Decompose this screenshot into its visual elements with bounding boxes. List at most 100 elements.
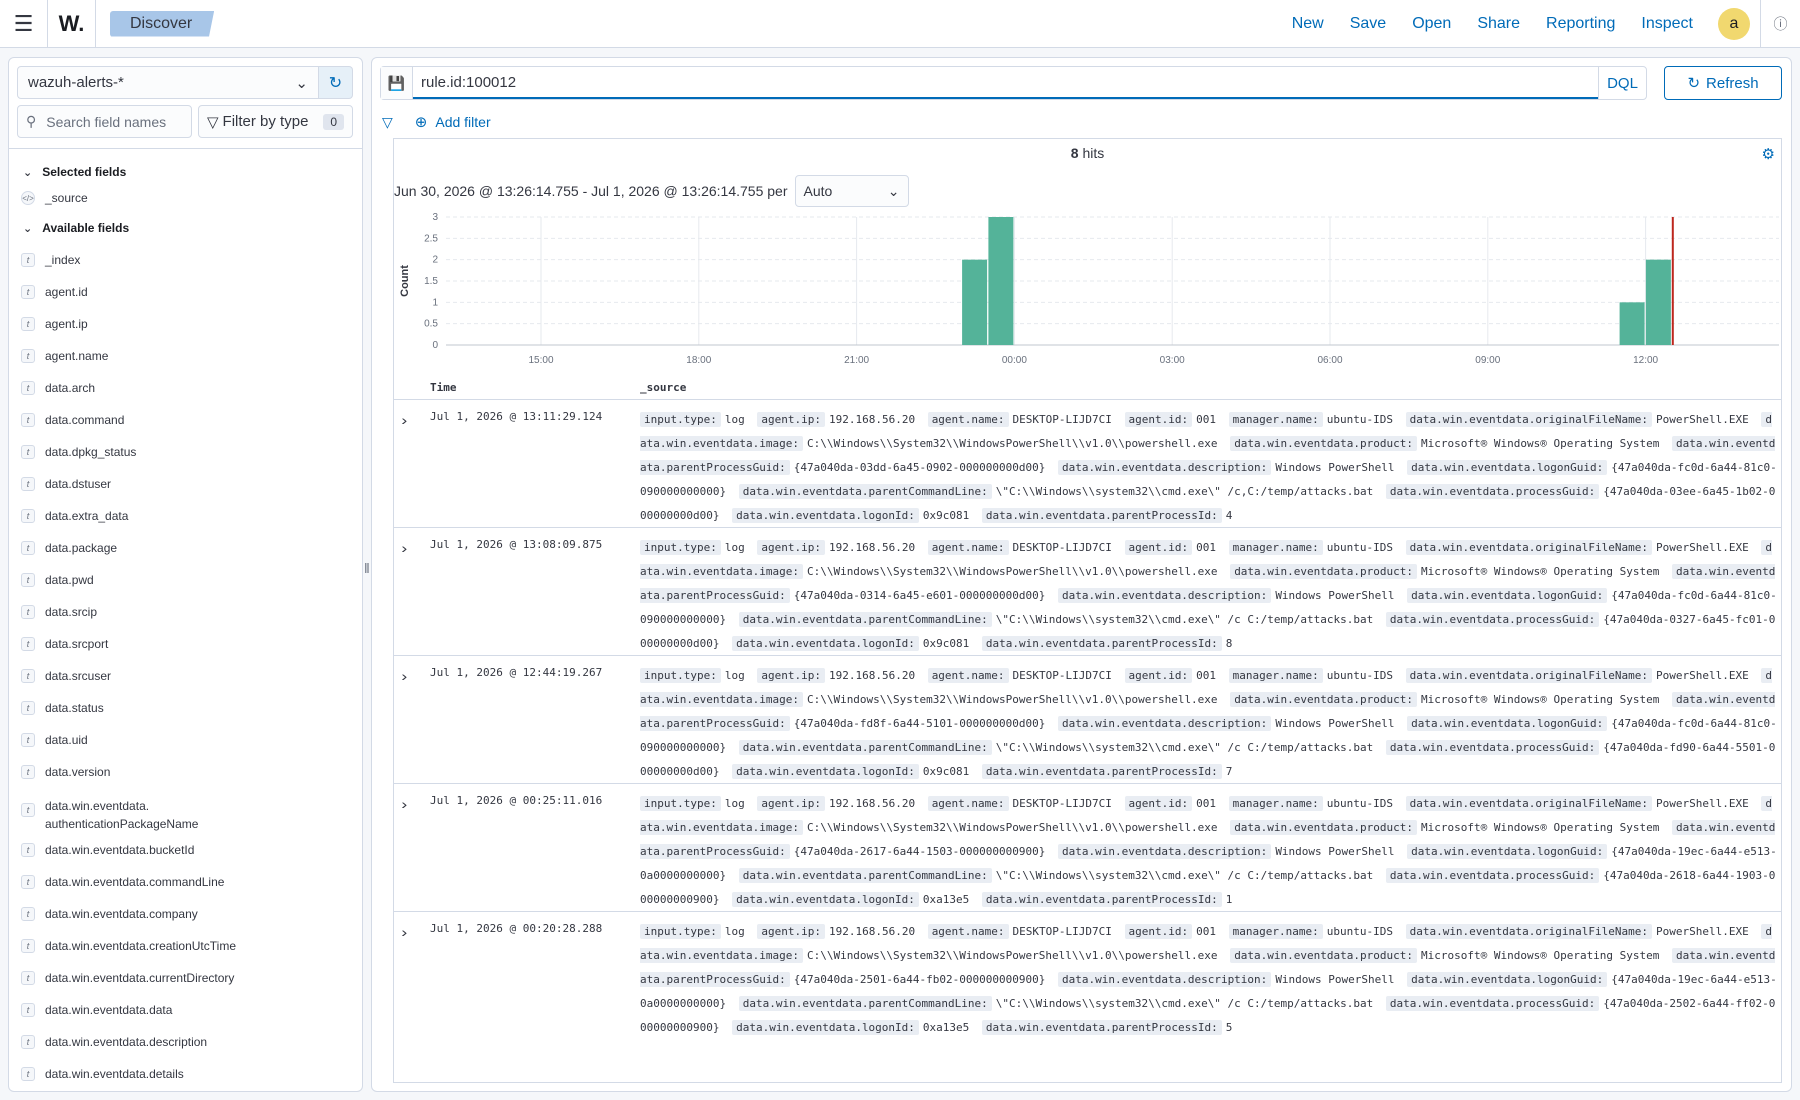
source-field-value: C:\\Windows\\System32\\WindowsPowerShell… (806, 949, 1218, 962)
inspect-link[interactable]: Inspect (1641, 15, 1693, 33)
refresh-button[interactable]: ↻ Refresh (1664, 66, 1782, 100)
refresh-index-icon[interactable]: ↻ (319, 66, 353, 99)
query-language-button[interactable]: DQL (1598, 67, 1646, 99)
source-field-value: ubuntu-IDS (1326, 669, 1393, 682)
x-tick-label: 12:00 (1633, 355, 1658, 366)
string-type-icon: t (21, 701, 35, 715)
field-item[interactable]: t data.dstuser (21, 477, 351, 491)
field-item[interactable]: t data.command (21, 413, 351, 427)
column-header-time[interactable]: Time (430, 381, 457, 394)
field-item[interactable]: t agent.id (21, 285, 351, 299)
source-field-value: \"C:\\Windows\\system32\\cmd.exe\" /c C:… (995, 613, 1374, 626)
field-item[interactable]: t data.pwd (21, 573, 351, 587)
field-item[interactable]: t data.win.eventdata.commandLine (21, 875, 351, 889)
available-fields-header[interactable]: ⌄ Available fields (23, 221, 129, 235)
field-item[interactable]: t data.win.eventdata.currentDirectory (21, 971, 351, 985)
source-field-key: input.type: (640, 668, 721, 683)
source-field-key: data.win.eventdata.parentProcessId: (981, 508, 1222, 523)
field-name: data.pwd (45, 573, 94, 587)
filter-by-type-button[interactable]: ▽ Filter by type 0 (198, 105, 353, 138)
reporting-link[interactable]: Reporting (1546, 15, 1615, 33)
source-field-key: data.win.eventdata.logonId: (732, 764, 919, 779)
selected-fields-header[interactable]: ⌄ Selected fields (23, 165, 126, 179)
field-item[interactable]: t data.win.eventdata.details (21, 1067, 351, 1081)
menu-icon[interactable]: ☰ (0, 0, 48, 48)
query-input[interactable]: rule.id:100012 (413, 67, 1598, 99)
field-item[interactable]: t data.extra_data (21, 509, 351, 523)
string-type-icon: t (21, 733, 35, 747)
field-search-row: ⚲ Search field names ▽ Filter by type 0 (17, 105, 353, 138)
source-field-value: {47a040da-2617-6a44-1503-000000000900} (793, 845, 1046, 858)
source-field-value: 001 (1196, 669, 1216, 682)
expand-row-icon[interactable]: › (401, 412, 407, 428)
field-item[interactable]: t _index (21, 253, 351, 267)
source-field-value: {47a040da-03dd-6a45-0902-000000000d00} (793, 461, 1046, 474)
source-field-value: Microsoft® Windows® Operating System (1421, 693, 1660, 706)
source-field-value: PowerShell.EXE (1656, 413, 1749, 426)
field-item[interactable]: t data.win.eventdata.data (21, 1003, 351, 1017)
source-field-key: manager.name: (1228, 796, 1323, 811)
app-logo[interactable]: W. (48, 0, 96, 48)
field-item[interactable]: t data.srcport (21, 637, 351, 651)
index-pattern-select[interactable]: wazuh-alerts-* ⌄ (17, 66, 319, 99)
string-type-icon: t (21, 765, 35, 779)
add-icon[interactable]: ⊕ (415, 113, 428, 131)
field-item[interactable]: t data.win.eventdata.bucketId (21, 843, 351, 857)
field-item[interactable]: t data.win.eventdata.company (21, 907, 351, 921)
field-name: data.srcport (45, 637, 109, 651)
filter-icon[interactable]: ▽ (382, 114, 393, 131)
source-field-key: agent.id: (1124, 668, 1193, 683)
field-item[interactable]: t data.package (21, 541, 351, 555)
chevron-down-icon: ⌄ (23, 222, 33, 235)
gear-icon[interactable]: ⚙ (1762, 145, 1775, 163)
field-item[interactable]: t data.win.eventdata.description (21, 1035, 351, 1049)
table-row: › Jul 1, 2026 @ 00:25:11.016 input.type: lo… (394, 783, 1781, 911)
panel-resize-handle[interactable]: ‖ (364, 560, 370, 576)
expand-row-icon[interactable]: › (401, 540, 407, 556)
field-item[interactable]: t data.dpkg_status (21, 445, 351, 459)
source-field-key: data.win.eventdata.logonId: (732, 636, 919, 651)
source-field-value: ubuntu-IDS (1326, 413, 1393, 426)
share-link[interactable]: Share (1477, 15, 1520, 33)
field-item[interactable]: t data.win.eventdata.creationUtcTime (21, 939, 351, 953)
field-name: data.extra_data (45, 509, 129, 523)
x-tick-label: 18:00 (686, 355, 711, 366)
field-item-source[interactable]: </> _source (21, 191, 351, 205)
source-field-key: data.win.eventdata.logonId: (732, 508, 919, 523)
expand-row-icon[interactable]: › (401, 668, 407, 684)
field-item[interactable]: t data.status (21, 701, 351, 715)
field-item[interactable]: t data.srcip (21, 605, 351, 619)
index-pattern-value: wazuh-alerts-* (28, 74, 124, 91)
source-field-value: Windows PowerShell (1275, 589, 1395, 602)
open-link[interactable]: Open (1412, 15, 1451, 33)
add-filter-link[interactable]: Add filter (435, 114, 490, 130)
field-item[interactable]: t data.arch (21, 381, 351, 395)
source-field-value: 192.168.56.20 (828, 669, 916, 682)
hits-label: hits (1082, 145, 1105, 161)
field-item[interactable]: t data.version (21, 765, 351, 779)
interval-select[interactable]: Auto ⌄ (794, 175, 909, 207)
source-field-value: 192.168.56.20 (828, 925, 916, 938)
field-item[interactable]: t agent.name (21, 349, 351, 363)
expand-row-icon[interactable]: › (401, 924, 407, 940)
field-item[interactable]: t data.srcuser (21, 669, 351, 683)
breadcrumb-discover[interactable]: Discover (110, 10, 215, 37)
source-field-key: data.win.eventdata.parentProcessId: (981, 764, 1222, 779)
new-link[interactable]: New (1292, 15, 1324, 33)
row-source: input.type: log agent.ip: 192.168.56.20 ag… (640, 920, 1778, 1040)
source-field-key: data.win.eventdata.originalFileName: (1405, 540, 1652, 555)
help-icon[interactable]: ⓘ (1760, 0, 1800, 48)
time-range-row: Jun 30, 2026 @ 13:26:14.755 - Jul 1, 202… (394, 175, 909, 207)
field-item[interactable]: t agent.ip (21, 317, 351, 331)
refresh-label: Refresh (1706, 74, 1759, 92)
field-item[interactable]: t data.uid (21, 733, 351, 747)
expand-row-icon[interactable]: › (401, 796, 407, 812)
user-avatar[interactable]: a (1718, 8, 1750, 40)
string-type-icon: t (21, 843, 35, 857)
source-field-value: 0xa13e5 (922, 893, 970, 906)
search-field-names-input[interactable]: ⚲ Search field names (17, 105, 192, 138)
source-field-value: Microsoft® Windows® Operating System (1421, 949, 1660, 962)
saved-query-icon[interactable]: 💾 (381, 67, 413, 99)
field-item[interactable]: t data.win.eventdata. authenticationPackag… (21, 797, 351, 833)
save-link[interactable]: Save (1350, 15, 1386, 33)
